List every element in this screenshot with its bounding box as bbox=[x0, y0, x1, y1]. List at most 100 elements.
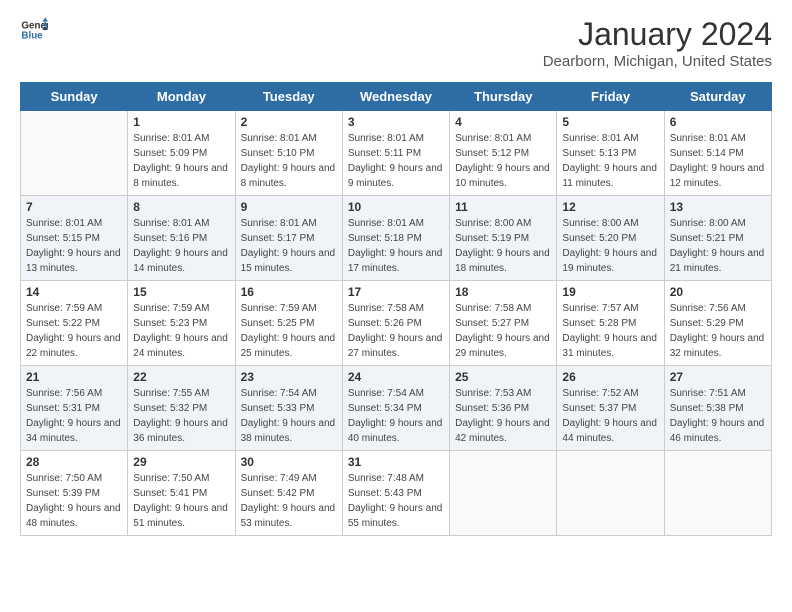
day-number: 2 bbox=[241, 115, 337, 129]
day-number: 8 bbox=[133, 200, 229, 214]
day-number: 4 bbox=[455, 115, 551, 129]
day-info: Sunrise: 8:01 AMSunset: 5:18 PMDaylight:… bbox=[348, 218, 443, 274]
header-day-wednesday: Wednesday bbox=[342, 83, 449, 111]
day-info: Sunrise: 8:00 AMSunset: 5:19 PMDaylight:… bbox=[455, 218, 550, 274]
calendar-cell: 8 Sunrise: 8:01 AMSunset: 5:16 PMDayligh… bbox=[128, 196, 235, 281]
day-number: 18 bbox=[455, 285, 551, 299]
calendar-cell: 2 Sunrise: 8:01 AMSunset: 5:10 PMDayligh… bbox=[235, 111, 342, 196]
day-info: Sunrise: 8:01 AMSunset: 5:10 PMDaylight:… bbox=[241, 133, 336, 189]
day-info: Sunrise: 7:51 AMSunset: 5:38 PMDaylight:… bbox=[670, 388, 765, 444]
day-number: 21 bbox=[26, 370, 122, 384]
day-number: 30 bbox=[241, 455, 337, 469]
day-number: 19 bbox=[562, 285, 658, 299]
calendar-cell: 19 Sunrise: 7:57 AMSunset: 5:28 PMDaylig… bbox=[557, 281, 664, 366]
calendar-row-4: 21 Sunrise: 7:56 AMSunset: 5:31 PMDaylig… bbox=[21, 366, 772, 451]
day-info: Sunrise: 7:50 AMSunset: 5:41 PMDaylight:… bbox=[133, 473, 228, 529]
calendar-title: January 2024 bbox=[543, 16, 772, 53]
day-info: Sunrise: 8:01 AMSunset: 5:11 PMDaylight:… bbox=[348, 133, 443, 189]
day-number: 13 bbox=[670, 200, 766, 214]
day-info: Sunrise: 7:54 AMSunset: 5:33 PMDaylight:… bbox=[241, 388, 336, 444]
day-info: Sunrise: 7:59 AMSunset: 5:23 PMDaylight:… bbox=[133, 303, 228, 359]
day-number: 28 bbox=[26, 455, 122, 469]
day-info: Sunrise: 8:01 AMSunset: 5:15 PMDaylight:… bbox=[26, 218, 121, 274]
day-number: 3 bbox=[348, 115, 444, 129]
calendar-cell bbox=[21, 111, 128, 196]
calendar-row-2: 7 Sunrise: 8:01 AMSunset: 5:15 PMDayligh… bbox=[21, 196, 772, 281]
day-info: Sunrise: 7:52 AMSunset: 5:37 PMDaylight:… bbox=[562, 388, 657, 444]
calendar-cell: 13 Sunrise: 8:00 AMSunset: 5:21 PMDaylig… bbox=[664, 196, 771, 281]
calendar-cell: 1 Sunrise: 8:01 AMSunset: 5:09 PMDayligh… bbox=[128, 111, 235, 196]
day-info: Sunrise: 7:59 AMSunset: 5:22 PMDaylight:… bbox=[26, 303, 121, 359]
day-number: 17 bbox=[348, 285, 444, 299]
calendar-cell: 15 Sunrise: 7:59 AMSunset: 5:23 PMDaylig… bbox=[128, 281, 235, 366]
title-block: January 2024 Dearborn, Michigan, United … bbox=[543, 16, 772, 70]
calendar-cell: 29 Sunrise: 7:50 AMSunset: 5:41 PMDaylig… bbox=[128, 451, 235, 536]
calendar-cell: 28 Sunrise: 7:50 AMSunset: 5:39 PMDaylig… bbox=[21, 451, 128, 536]
calendar-cell: 27 Sunrise: 7:51 AMSunset: 5:38 PMDaylig… bbox=[664, 366, 771, 451]
calendar-cell bbox=[450, 451, 557, 536]
day-number: 11 bbox=[455, 200, 551, 214]
day-number: 9 bbox=[241, 200, 337, 214]
calendar-cell: 25 Sunrise: 7:53 AMSunset: 5:36 PMDaylig… bbox=[450, 366, 557, 451]
day-number: 27 bbox=[670, 370, 766, 384]
calendar-cell: 31 Sunrise: 7:48 AMSunset: 5:43 PMDaylig… bbox=[342, 451, 449, 536]
day-number: 25 bbox=[455, 370, 551, 384]
day-number: 20 bbox=[670, 285, 766, 299]
day-info: Sunrise: 7:56 AMSunset: 5:31 PMDaylight:… bbox=[26, 388, 121, 444]
calendar-cell: 10 Sunrise: 8:01 AMSunset: 5:18 PMDaylig… bbox=[342, 196, 449, 281]
day-info: Sunrise: 8:01 AMSunset: 5:14 PMDaylight:… bbox=[670, 133, 765, 189]
header-day-friday: Friday bbox=[557, 83, 664, 111]
calendar-cell: 9 Sunrise: 8:01 AMSunset: 5:17 PMDayligh… bbox=[235, 196, 342, 281]
calendar-cell: 4 Sunrise: 8:01 AMSunset: 5:12 PMDayligh… bbox=[450, 111, 557, 196]
page-header: General Blue January 2024 Dearborn, Mich… bbox=[20, 16, 772, 70]
day-info: Sunrise: 8:01 AMSunset: 5:12 PMDaylight:… bbox=[455, 133, 550, 189]
calendar-subtitle: Dearborn, Michigan, United States bbox=[543, 53, 772, 70]
day-number: 23 bbox=[241, 370, 337, 384]
calendar-cell: 3 Sunrise: 8:01 AMSunset: 5:11 PMDayligh… bbox=[342, 111, 449, 196]
calendar-cell: 6 Sunrise: 8:01 AMSunset: 5:14 PMDayligh… bbox=[664, 111, 771, 196]
day-number: 15 bbox=[133, 285, 229, 299]
day-info: Sunrise: 8:01 AMSunset: 5:09 PMDaylight:… bbox=[133, 133, 228, 189]
day-number: 12 bbox=[562, 200, 658, 214]
day-number: 7 bbox=[26, 200, 122, 214]
day-number: 6 bbox=[670, 115, 766, 129]
day-info: Sunrise: 7:53 AMSunset: 5:36 PMDaylight:… bbox=[455, 388, 550, 444]
day-info: Sunrise: 8:01 AMSunset: 5:17 PMDaylight:… bbox=[241, 218, 336, 274]
logo: General Blue bbox=[20, 16, 48, 44]
day-number: 14 bbox=[26, 285, 122, 299]
calendar-cell: 26 Sunrise: 7:52 AMSunset: 5:37 PMDaylig… bbox=[557, 366, 664, 451]
calendar-row-3: 14 Sunrise: 7:59 AMSunset: 5:22 PMDaylig… bbox=[21, 281, 772, 366]
day-info: Sunrise: 7:58 AMSunset: 5:27 PMDaylight:… bbox=[455, 303, 550, 359]
day-number: 22 bbox=[133, 370, 229, 384]
day-info: Sunrise: 8:01 AMSunset: 5:13 PMDaylight:… bbox=[562, 133, 657, 189]
day-info: Sunrise: 7:58 AMSunset: 5:26 PMDaylight:… bbox=[348, 303, 443, 359]
day-info: Sunrise: 7:48 AMSunset: 5:43 PMDaylight:… bbox=[348, 473, 443, 529]
day-info: Sunrise: 8:01 AMSunset: 5:16 PMDaylight:… bbox=[133, 218, 228, 274]
header-day-thursday: Thursday bbox=[450, 83, 557, 111]
day-number: 5 bbox=[562, 115, 658, 129]
day-number: 1 bbox=[133, 115, 229, 129]
day-number: 16 bbox=[241, 285, 337, 299]
calendar-cell: 23 Sunrise: 7:54 AMSunset: 5:33 PMDaylig… bbox=[235, 366, 342, 451]
day-info: Sunrise: 8:00 AMSunset: 5:21 PMDaylight:… bbox=[670, 218, 765, 274]
calendar-cell: 14 Sunrise: 7:59 AMSunset: 5:22 PMDaylig… bbox=[21, 281, 128, 366]
header-day-saturday: Saturday bbox=[664, 83, 771, 111]
svg-text:Blue: Blue bbox=[21, 30, 43, 41]
day-number: 31 bbox=[348, 455, 444, 469]
calendar-row-1: 1 Sunrise: 8:01 AMSunset: 5:09 PMDayligh… bbox=[21, 111, 772, 196]
calendar-cell bbox=[664, 451, 771, 536]
calendar-cell: 18 Sunrise: 7:58 AMSunset: 5:27 PMDaylig… bbox=[450, 281, 557, 366]
day-info: Sunrise: 7:56 AMSunset: 5:29 PMDaylight:… bbox=[670, 303, 765, 359]
calendar-cell: 21 Sunrise: 7:56 AMSunset: 5:31 PMDaylig… bbox=[21, 366, 128, 451]
calendar-cell: 22 Sunrise: 7:55 AMSunset: 5:32 PMDaylig… bbox=[128, 366, 235, 451]
calendar-cell: 20 Sunrise: 7:56 AMSunset: 5:29 PMDaylig… bbox=[664, 281, 771, 366]
header-day-sunday: Sunday bbox=[21, 83, 128, 111]
day-info: Sunrise: 7:49 AMSunset: 5:42 PMDaylight:… bbox=[241, 473, 336, 529]
day-info: Sunrise: 7:55 AMSunset: 5:32 PMDaylight:… bbox=[133, 388, 228, 444]
day-info: Sunrise: 7:57 AMSunset: 5:28 PMDaylight:… bbox=[562, 303, 657, 359]
calendar-cell: 24 Sunrise: 7:54 AMSunset: 5:34 PMDaylig… bbox=[342, 366, 449, 451]
calendar-cell: 5 Sunrise: 8:01 AMSunset: 5:13 PMDayligh… bbox=[557, 111, 664, 196]
header-day-monday: Monday bbox=[128, 83, 235, 111]
day-info: Sunrise: 7:50 AMSunset: 5:39 PMDaylight:… bbox=[26, 473, 121, 529]
calendar-cell: 30 Sunrise: 7:49 AMSunset: 5:42 PMDaylig… bbox=[235, 451, 342, 536]
